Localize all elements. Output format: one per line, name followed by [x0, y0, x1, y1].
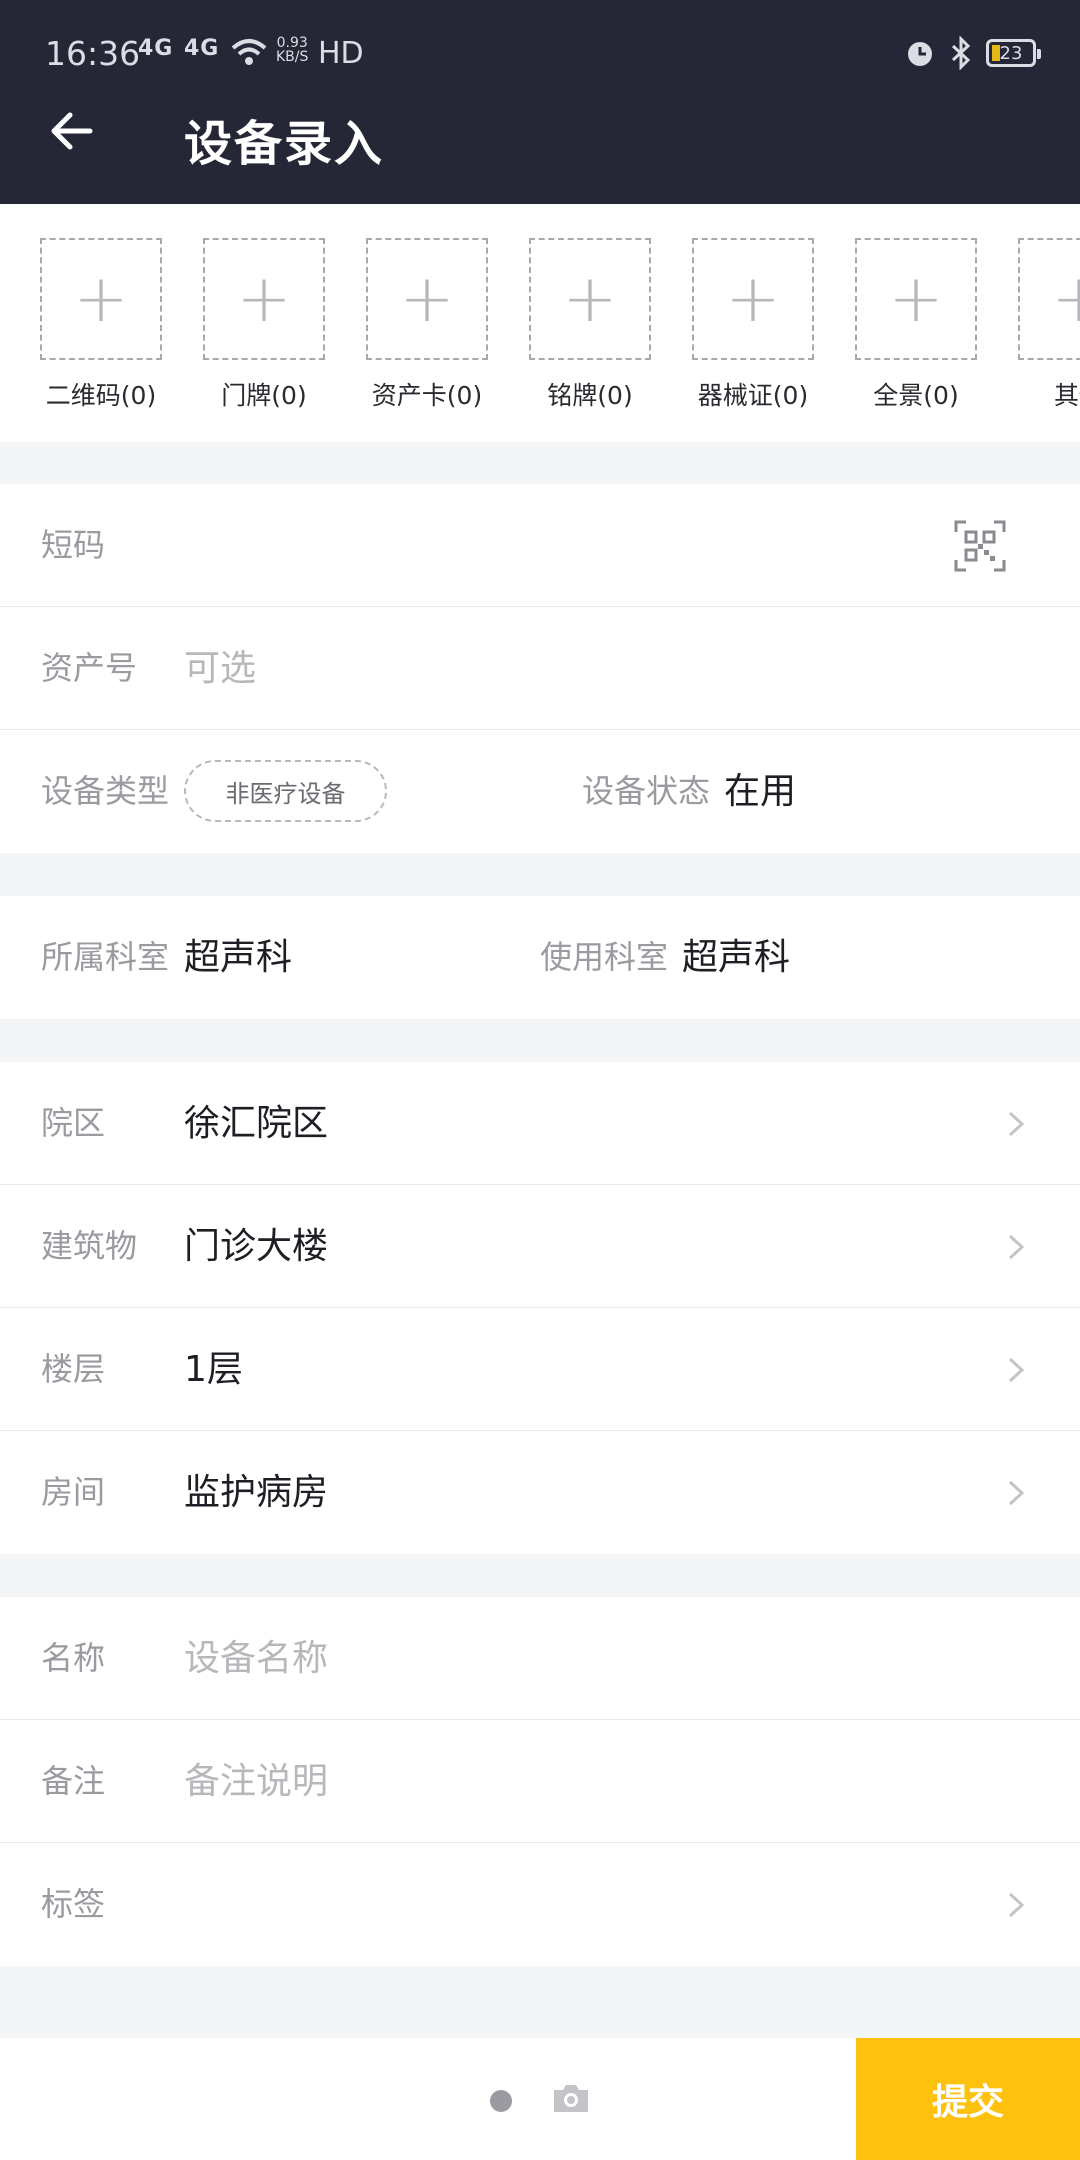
bluetooth-icon	[951, 36, 971, 70]
name-row[interactable]: 名称 设备名称	[0, 1597, 1080, 1720]
photo-upload-strip: + 二维码(0) + 门牌(0) + 资产卡(0) + 铭牌(0) + 器械证(…	[0, 204, 1080, 442]
photo-label: 二维码(0)	[45, 381, 157, 410]
room-label: 房间	[41, 1473, 106, 1511]
department-card: 所属科室 超声科 使用科室 超声科	[0, 896, 1080, 1019]
battery-icon: 23	[986, 39, 1041, 67]
photo-label: 全景(0)	[873, 381, 959, 410]
photo-slot-panorama[interactable]: + 全景(0)	[855, 238, 977, 412]
net-speed-value: 0.93	[276, 35, 308, 51]
department-row: 所属科室 超声科 使用科室 超声科	[0, 896, 1080, 1019]
photo-label: 门牌(0)	[221, 381, 307, 410]
short-code-row[interactable]: 短码	[0, 484, 1080, 607]
building-row[interactable]: 建筑物 门诊大楼	[0, 1185, 1080, 1308]
note-input[interactable]: 备注说明	[184, 1720, 328, 1843]
photo-slot-other[interactable]: + 其他	[1018, 238, 1080, 412]
tag-row[interactable]: 标签	[0, 1843, 1080, 1966]
campus-label: 院区	[41, 1104, 106, 1142]
photo-slot-device-cert[interactable]: + 器械证(0)	[692, 238, 814, 412]
tag-label: 标签	[41, 1885, 106, 1923]
short-code-label: 短码	[41, 526, 106, 564]
add-photo-icon[interactable]: +	[203, 238, 325, 360]
photo-slot-doorplate[interactable]: + 门牌(0)	[203, 238, 325, 412]
add-photo-icon[interactable]: +	[529, 238, 651, 360]
add-photo-icon[interactable]: +	[855, 238, 977, 360]
note-label: 备注	[41, 1762, 106, 1800]
asset-no-label: 资产号	[41, 649, 138, 687]
qr-scan-icon[interactable]	[954, 520, 1006, 572]
photo-label: 铭牌(0)	[547, 381, 633, 410]
clock: 16:36	[45, 34, 141, 73]
campus-row[interactable]: 院区 徐汇院区	[0, 1062, 1080, 1185]
photo-label: 其他	[1053, 381, 1080, 410]
chevron-right-icon	[1008, 1357, 1025, 1383]
app-header: 16:36 4G 4G 0.93 KB/S HD 23 设备录入	[0, 0, 1080, 204]
page-title: 设备录入	[184, 116, 385, 172]
photo-label: 资产卡(0)	[371, 381, 483, 410]
chevron-right-icon	[1008, 1480, 1025, 1506]
add-photo-icon[interactable]: +	[692, 238, 814, 360]
asset-no-row[interactable]: 资产号 可选	[0, 607, 1080, 730]
device-status-label: 设备状态	[582, 772, 711, 810]
record-dot-icon[interactable]	[490, 2090, 512, 2112]
device-type-label: 设备类型	[41, 772, 170, 810]
details-card: 名称 设备名称 备注 备注说明 标签	[0, 1597, 1080, 1966]
name-input[interactable]: 设备名称	[184, 1597, 328, 1720]
net-speed: 0.93 KB/S	[276, 36, 308, 64]
status-bar: 16:36 4G 4G 0.93 KB/S HD 23	[0, 0, 1080, 100]
name-label: 名称	[41, 1639, 106, 1677]
photo-slot-qrcode[interactable]: + 二维码(0)	[40, 238, 162, 412]
chevron-right-icon	[1008, 1892, 1025, 1918]
room-value: 监护病房	[184, 1472, 329, 1513]
status-right: 23	[904, 36, 1041, 70]
user-dept-label: 使用科室	[540, 938, 669, 976]
hd-indicator: HD	[318, 36, 364, 71]
cell-signal-icon-2: 4G	[184, 36, 220, 61]
location-card: 院区 徐汇院区 建筑物 门诊大楼 楼层 1层 房间 监护病房	[0, 1062, 1080, 1554]
floor-row[interactable]: 楼层 1层	[0, 1308, 1080, 1431]
bottom-bar: 提交	[0, 2038, 1080, 2160]
chevron-right-icon	[1008, 1234, 1025, 1260]
photo-label: 器械证(0)	[697, 381, 809, 410]
floor-value: 1层	[184, 1349, 243, 1390]
net-speed-unit: KB/S	[276, 49, 309, 65]
battery-level: 23	[999, 42, 1023, 64]
camera-icon[interactable]	[552, 2082, 590, 2114]
room-row[interactable]: 房间 监护病房	[0, 1431, 1080, 1554]
device-status-value[interactable]: 在用	[724, 730, 796, 853]
device-type-row: 设备类型 非医疗设备 设备状态 在用	[0, 730, 1080, 853]
add-photo-icon[interactable]: +	[366, 238, 488, 360]
photo-slot-nameplate[interactable]: + 铭牌(0)	[529, 238, 651, 412]
alarm-icon	[908, 42, 932, 66]
floor-label: 楼层	[41, 1350, 106, 1388]
add-photo-icon[interactable]: +	[40, 238, 162, 360]
cell-signal-icon-1: 4G	[138, 36, 174, 61]
note-row[interactable]: 备注 备注说明	[0, 1720, 1080, 1843]
user-dept-value[interactable]: 超声科	[682, 896, 790, 1019]
building-label: 建筑物	[41, 1227, 138, 1265]
submit-button[interactable]: 提交	[856, 2038, 1080, 2160]
chevron-right-icon	[1008, 1111, 1025, 1137]
owner-dept-value[interactable]: 超声科	[184, 896, 292, 1019]
asset-no-input[interactable]: 可选	[184, 607, 256, 730]
wifi-icon	[231, 39, 267, 65]
back-arrow-icon[interactable]	[46, 105, 98, 157]
device-type-chip[interactable]: 非医疗设备	[184, 760, 387, 822]
add-photo-icon[interactable]: +	[1018, 238, 1080, 360]
building-value: 门诊大楼	[184, 1226, 329, 1267]
basic-info-card: 短码 资产号 可选 设备类型 非医疗设备 设备状态 在用	[0, 484, 1080, 853]
photo-slot-asset-card[interactable]: + 资产卡(0)	[366, 238, 488, 412]
campus-value: 徐汇院区	[184, 1103, 329, 1144]
owner-dept-label: 所属科室	[41, 938, 170, 976]
